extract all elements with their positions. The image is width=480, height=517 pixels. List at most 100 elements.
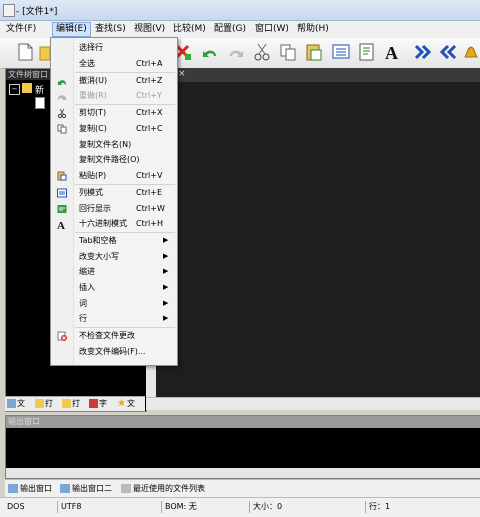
menu-item-label: 重做(R): [79, 91, 107, 101]
menu-window[interactable]: 窗口(W): [252, 23, 292, 36]
column-mode-icon: [57, 188, 67, 198]
redo-icon: [57, 91, 67, 101]
tab-label: 打: [45, 399, 53, 408]
menu-item-label: 行: [79, 314, 87, 324]
menu-item-2[interactable]: 撤消(U) Ctrl+Z: [52, 73, 176, 88]
menu-item-label: 选择行: [79, 43, 103, 52]
file-icon: [35, 97, 45, 109]
cut-icon[interactable]: [252, 42, 272, 62]
tab-label: 输出窗口二: [72, 484, 112, 493]
tab-file-tree[interactable]: 文: [7, 398, 25, 410]
redo-icon[interactable]: [226, 42, 246, 62]
menu-item-label: Tab和空格: [79, 236, 117, 246]
line-status: 行：1: [369, 502, 391, 511]
menu-item-shortcut: Ctrl+C: [136, 124, 163, 133]
font-a-icon: A: [57, 219, 67, 232]
menu-item-9[interactable]: 列模式 Ctrl+E: [52, 185, 176, 200]
folder-icon: [22, 83, 32, 93]
menu-item-15[interactable]: 插入 ▶: [52, 280, 176, 295]
tab-favorites[interactable]: ★文: [117, 398, 135, 410]
tab-label: 最近使用的文件列表: [133, 484, 205, 493]
menu-item-shortcut: Ctrl+H: [136, 219, 163, 229]
tab-font[interactable]: 字: [89, 398, 107, 410]
menu-item-label: 不检查文件更改: [79, 331, 135, 341]
menu-item-1[interactable]: 全选 Ctrl+A: [52, 56, 176, 71]
menu-item-16[interactable]: 词 ▶: [52, 296, 176, 311]
no-check-icon: [57, 331, 67, 342]
tab-open-files-2[interactable]: 打: [62, 398, 80, 410]
new-file-icon[interactable]: [15, 42, 35, 62]
tab-output-window[interactable]: 输出窗口: [8, 483, 52, 494]
svg-text:A: A: [385, 43, 398, 62]
tab-open-files[interactable]: 打: [35, 398, 53, 410]
menu-view[interactable]: 视图(V): [131, 23, 168, 36]
tree-expander[interactable]: −: [9, 84, 20, 95]
font-a-icon[interactable]: A: [383, 42, 403, 63]
printer-icon: [121, 484, 131, 493]
editor-area[interactable]: ×: [146, 68, 480, 410]
menu-config[interactable]: 配置(G): [211, 23, 249, 36]
menu-item-10[interactable]: 回行显示 Ctrl+W: [52, 201, 176, 216]
bell-icon[interactable]: [462, 42, 480, 62]
menu-help[interactable]: 帮助(H): [294, 23, 332, 36]
paste-icon[interactable]: [304, 42, 324, 62]
menu-item-7[interactable]: 复制文件路径(O): [52, 152, 176, 167]
tree-icon: [7, 399, 16, 408]
indent-right-icon[interactable]: [413, 42, 433, 62]
menu-item-shortcut: Ctrl+X: [136, 108, 163, 118]
menu-file[interactable]: 文件(F): [3, 23, 39, 36]
menu-item-shortcut: Ctrl+Z: [136, 75, 163, 85]
window-title: - [文件1*]: [16, 7, 58, 17]
menu-edit[interactable]: 编辑(E): [52, 22, 91, 37]
scissors-icon: [57, 108, 67, 119]
column-mode-icon[interactable]: [331, 42, 351, 62]
svg-text:A: A: [57, 220, 65, 230]
menu-item-17[interactable]: 行 ▶: [52, 311, 176, 326]
line-ending-status[interactable]: DOS: [4, 501, 58, 513]
menu-item-8[interactable]: 粘贴(P) Ctrl+V: [52, 168, 176, 183]
chart-icon: [89, 399, 98, 408]
copy-icon[interactable]: [278, 42, 298, 62]
menu-item-14[interactable]: 缩进 ▶: [52, 264, 176, 279]
indent-left-icon[interactable]: [438, 42, 458, 62]
status-bar: DOS UTF8 BOM: 无 大小：0 行：1: [0, 497, 480, 517]
wrap-icon[interactable]: [357, 42, 377, 62]
menu-item-11[interactable]: A 十六进制模式 Ctrl+H: [52, 216, 176, 232]
undo-icon[interactable]: [200, 42, 220, 62]
tree-item[interactable]: 新: [35, 83, 44, 96]
output-horizontal-scrollbar[interactable]: [6, 468, 480, 478]
editor-tab-strip: ×: [146, 68, 480, 82]
tab-close-icon[interactable]: ×: [178, 69, 186, 79]
menu-item-label: 剪切(T): [79, 108, 107, 118]
menu-item-shortcut: Ctrl+E: [136, 187, 162, 197]
submenu-arrow-icon: ▶: [163, 298, 169, 307]
menu-item-19[interactable]: 改变文件编码(F)...: [52, 344, 176, 359]
menu-item-0[interactable]: 选择行: [52, 40, 176, 55]
output-header: 输出窗口: [6, 416, 480, 428]
menu-item-12[interactable]: Tab和空格 ▶: [52, 233, 176, 248]
menu-item-label: 列模式: [79, 187, 103, 197]
output-icon: [60, 484, 70, 493]
app-icon: [3, 4, 15, 17]
menu-compare[interactable]: 比较(M): [170, 23, 209, 36]
menu-search[interactable]: 查找(S): [92, 23, 129, 36]
menu-item-18[interactable]: 不检查文件更改: [52, 328, 176, 343]
output-panel: 输出窗口: [5, 415, 480, 479]
size-status: 大小：0: [250, 501, 366, 513]
menu-item-label: 改变文件编码(F)...: [79, 346, 146, 356]
menu-item-label: 十六进制模式: [79, 219, 127, 229]
menu-item-13[interactable]: 改变大小写 ▶: [52, 249, 176, 264]
menu-item-6[interactable]: 复制文件名(N): [52, 137, 176, 152]
menu-item-3[interactable]: 重做(R) Ctrl+Y: [52, 88, 176, 103]
menu-item-label: 复制(C): [79, 124, 107, 133]
menu-item-5[interactable]: 复制(C) Ctrl+C: [52, 121, 176, 136]
menu-item-label: 改变大小写: [79, 251, 119, 261]
tab-label: 文: [127, 399, 135, 408]
tab-recent-files[interactable]: 最近使用的文件列表: [121, 483, 205, 494]
submenu-arrow-icon: ▶: [163, 236, 169, 245]
tab-output-window-2[interactable]: 输出窗口二: [60, 483, 112, 494]
horizontal-scrollbar[interactable]: [146, 397, 480, 410]
encoding-status[interactable]: UTF8: [58, 501, 162, 513]
menu-item-4[interactable]: 剪切(T) Ctrl+X: [52, 105, 176, 120]
tab-label: 打: [72, 399, 80, 408]
